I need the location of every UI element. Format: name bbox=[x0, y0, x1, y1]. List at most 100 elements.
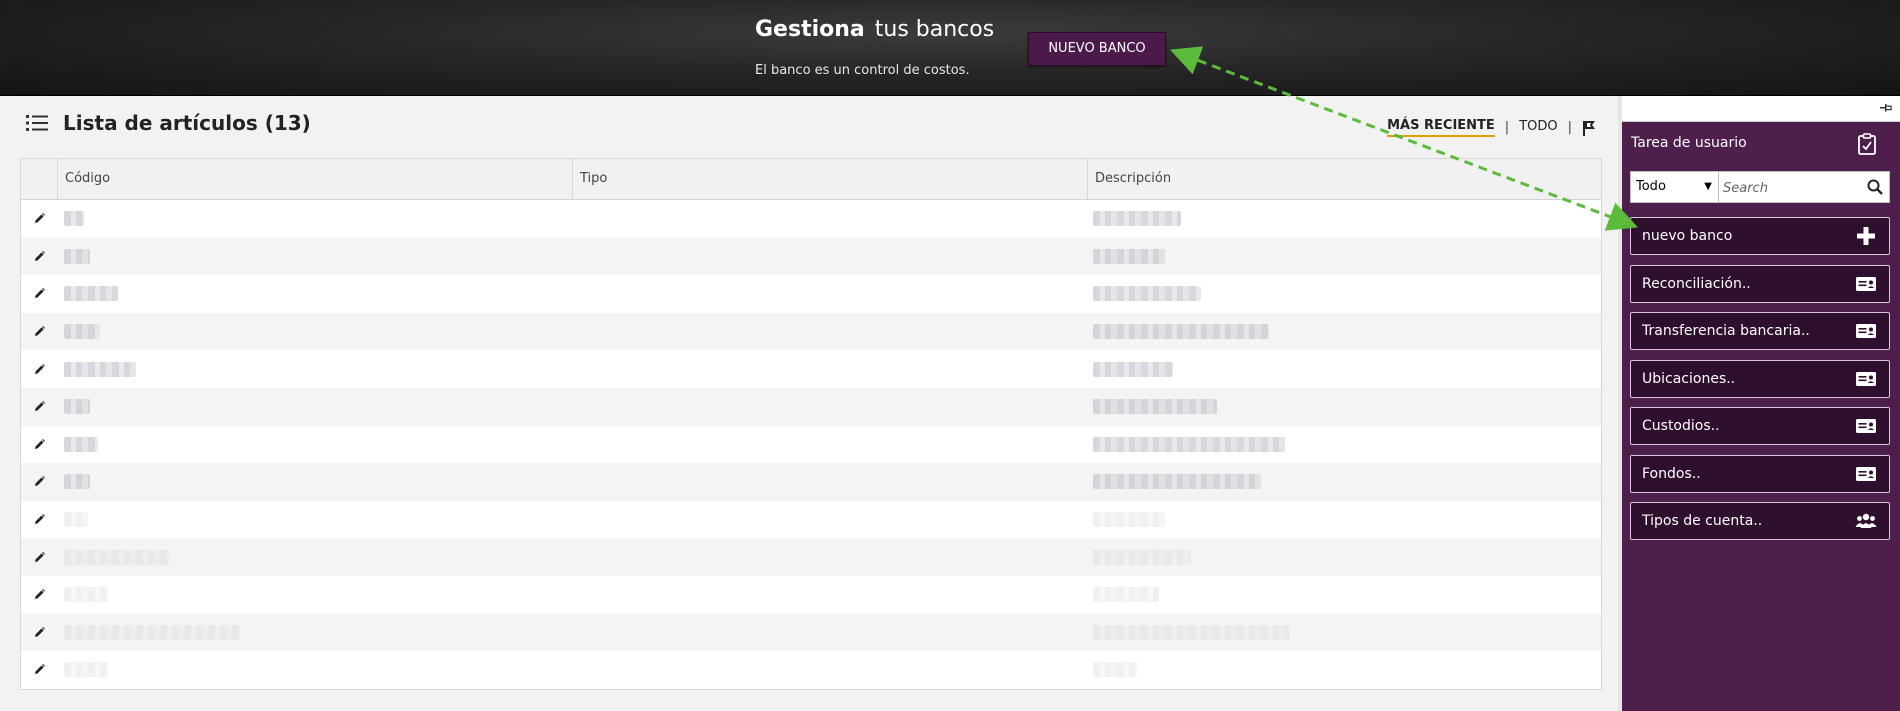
table-row[interactable] bbox=[21, 500, 1601, 539]
task-transferencia-bancaria-button[interactable]: Transferencia bancaria.. bbox=[1630, 312, 1890, 350]
edit-pencil-icon[interactable] bbox=[21, 463, 58, 501]
edit-pencil-icon[interactable] bbox=[21, 614, 58, 652]
redacted-code bbox=[64, 624, 240, 640]
cell-description bbox=[1093, 350, 1173, 388]
main-panel: Lista de artículos (13) MÁS RECIENTE | T… bbox=[0, 96, 1618, 711]
task-label: Fondos.. bbox=[1642, 465, 1701, 482]
task-fondos-button[interactable]: Fondos.. bbox=[1630, 454, 1890, 493]
table-row[interactable] bbox=[21, 538, 1601, 576]
task-custodios-button[interactable]: Custodios.. bbox=[1630, 407, 1890, 445]
cell-description bbox=[1093, 614, 1289, 652]
edit-pencil-icon[interactable] bbox=[21, 501, 58, 539]
redacted-description bbox=[1093, 248, 1165, 264]
redacted-description bbox=[1093, 587, 1159, 603]
cell-code bbox=[64, 614, 240, 652]
id-card-icon bbox=[1855, 465, 1877, 483]
edit-pencil-icon[interactable] bbox=[21, 238, 58, 276]
caret-down-icon: ▼ bbox=[1704, 181, 1712, 192]
edit-pencil-icon[interactable] bbox=[21, 275, 58, 313]
redacted-description bbox=[1093, 436, 1285, 452]
column-header-code[interactable]: Código bbox=[58, 159, 573, 199]
task-ubicaciones-button[interactable]: Ubicaciones.. bbox=[1630, 359, 1890, 398]
task-label: Reconciliación.. bbox=[1642, 275, 1751, 292]
task-label: Ubicaciones.. bbox=[1642, 370, 1736, 387]
filter-recent[interactable]: MÁS RECIENTE bbox=[1387, 118, 1495, 137]
id-card-icon bbox=[1855, 417, 1877, 435]
table-body bbox=[21, 200, 1601, 689]
cell-code bbox=[64, 275, 118, 313]
banner-title-rest: tus bancos bbox=[874, 17, 995, 42]
column-header-type[interactable]: Tipo bbox=[573, 159, 1088, 199]
id-card-icon bbox=[1855, 370, 1877, 388]
table-row[interactable] bbox=[21, 200, 1601, 238]
filter-all[interactable]: TODO bbox=[1519, 119, 1557, 136]
search-input[interactable] bbox=[1720, 172, 1865, 204]
cell-code bbox=[64, 426, 98, 464]
redacted-description bbox=[1093, 399, 1217, 415]
redacted-description bbox=[1093, 512, 1165, 528]
redacted-code bbox=[64, 361, 136, 377]
banner-title: Gestiona tus bancos bbox=[755, 17, 994, 42]
redacted-code bbox=[64, 549, 170, 565]
redacted-code bbox=[64, 286, 118, 302]
cell-code bbox=[64, 350, 136, 388]
redacted-code bbox=[64, 512, 88, 528]
cell-description bbox=[1093, 576, 1159, 614]
task-reconciliación-button[interactable]: Reconciliación.. bbox=[1630, 264, 1890, 303]
redacted-code bbox=[64, 436, 98, 452]
edit-pencil-icon[interactable] bbox=[21, 350, 58, 388]
list-filters: MÁS RECIENTE | TODO | bbox=[1387, 118, 1596, 137]
edit-pencil-icon[interactable] bbox=[21, 313, 58, 351]
table-row[interactable] bbox=[21, 425, 1601, 464]
redacted-code bbox=[64, 474, 90, 490]
cell-code bbox=[64, 313, 100, 351]
edit-pencil-icon[interactable] bbox=[21, 200, 58, 238]
plus-icon bbox=[1855, 227, 1877, 245]
redacted-description bbox=[1093, 624, 1289, 640]
edit-pencil-icon[interactable] bbox=[21, 426, 58, 464]
edit-pencil-icon[interactable] bbox=[21, 538, 58, 576]
sidebar-filter-row: Todo ▼ bbox=[1630, 171, 1890, 204]
user-task-sidebar: Tarea de usuario Todo ▼ nuevo banco Recon… bbox=[1622, 96, 1900, 711]
cell-code bbox=[64, 463, 90, 501]
edit-pencil-icon[interactable] bbox=[21, 651, 58, 689]
cell-code bbox=[64, 388, 90, 426]
new-bank-button[interactable]: NUEVO BANCO bbox=[1028, 32, 1166, 66]
cell-code bbox=[64, 576, 108, 614]
table-row[interactable] bbox=[21, 575, 1601, 614]
cell-description bbox=[1093, 238, 1165, 276]
top-banner: Gestiona tus bancos El banco es un contro… bbox=[0, 0, 1900, 96]
flag-filter-icon[interactable] bbox=[1582, 120, 1596, 136]
table-row[interactable] bbox=[21, 312, 1601, 351]
category-select[interactable]: Todo ▼ bbox=[1631, 172, 1719, 202]
edit-pencil-icon[interactable] bbox=[21, 388, 58, 426]
table-header: Código Tipo Descripción bbox=[21, 159, 1601, 200]
cell-code bbox=[64, 538, 170, 576]
cell-description bbox=[1093, 426, 1285, 464]
category-select-value: Todo bbox=[1636, 179, 1666, 194]
search-icon[interactable] bbox=[1867, 179, 1883, 195]
redacted-description bbox=[1093, 286, 1201, 302]
table-row[interactable] bbox=[21, 275, 1601, 313]
sidebar-pin-strip bbox=[1622, 96, 1900, 122]
task-tipos-de-cuenta-button[interactable]: Tipos de cuenta.. bbox=[1630, 502, 1890, 540]
edit-pencil-icon[interactable] bbox=[21, 576, 58, 614]
cell-description bbox=[1093, 275, 1201, 313]
list-icon bbox=[26, 115, 48, 131]
table-row[interactable] bbox=[21, 350, 1601, 388]
column-header-description[interactable]: Descripción bbox=[1088, 159, 1601, 199]
pin-icon[interactable] bbox=[1880, 102, 1892, 114]
table-row[interactable] bbox=[21, 387, 1601, 426]
column-header-actions bbox=[21, 159, 58, 199]
table-row[interactable] bbox=[21, 651, 1601, 689]
banner-title-bold: Gestiona bbox=[755, 17, 865, 42]
clipboard-icon bbox=[1858, 133, 1876, 155]
table-row[interactable] bbox=[21, 613, 1601, 652]
cell-description bbox=[1093, 313, 1269, 351]
table-row[interactable] bbox=[21, 463, 1601, 501]
table-row[interactable] bbox=[21, 237, 1601, 276]
filter-separator: | bbox=[1504, 120, 1510, 135]
sidebar-title: Tarea de usuario bbox=[1631, 135, 1747, 151]
redacted-code bbox=[64, 324, 100, 340]
task-nuevo-banco-button[interactable]: nuevo banco bbox=[1630, 217, 1890, 255]
